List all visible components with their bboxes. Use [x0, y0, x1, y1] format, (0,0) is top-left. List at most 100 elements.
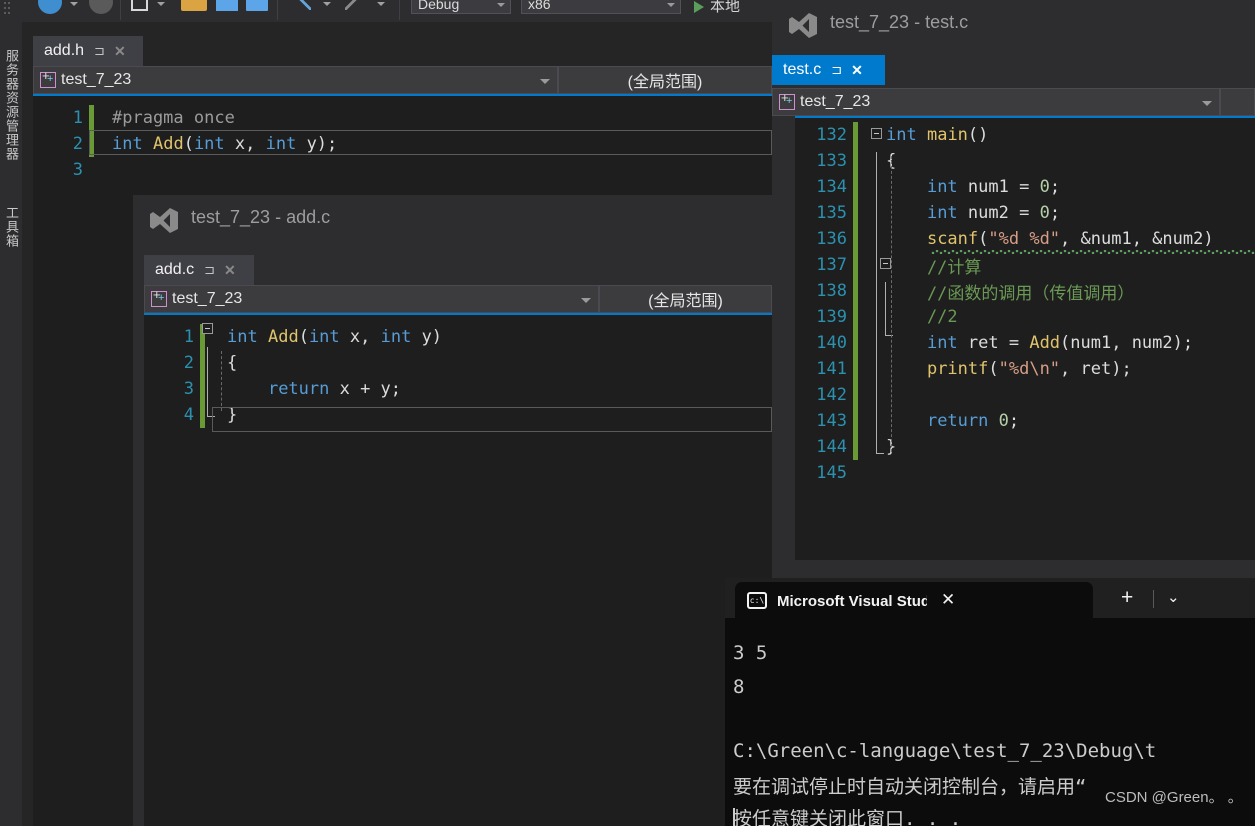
code-line[interactable]: 1 int Add(int x, int y) [144, 324, 772, 350]
chevron-down-icon[interactable]: ⌄ [1167, 588, 1180, 606]
sidebar-item-server-explorer[interactable]: 服务器资源管理器 [1, 30, 21, 180]
left-dock-strip: 服务器资源管理器 工具箱 [0, 22, 23, 826]
start-debug-play-icon[interactable] [694, 1, 704, 13]
code-line[interactable]: 137 //计算 [795, 252, 1255, 278]
open-folder-icon[interactable] [181, 0, 207, 11]
code-text: //2 [886, 307, 958, 327]
console-output-area[interactable]: 3 5 8 C:\Green\c-language\test_7_23\Debug\… [725, 618, 1255, 826]
addc-project-dropdown[interactable]: test_7_23 [144, 285, 599, 313]
addc-code-editor[interactable]: 1 int Add(int x, int y) 2{3 return x + y; 4… [144, 313, 772, 826]
console-text-caret [733, 808, 735, 826]
code-line[interactable]: 139 //2 [795, 304, 1255, 330]
console-tab-title: Microsoft Visual Studio 调试控 [777, 592, 927, 610]
solution-platform-dropdown[interactable]: x86 [521, 0, 681, 14]
new-tab-icon[interactable]: + [1121, 586, 1133, 610]
code-line[interactable]: 143 return 0; [795, 408, 1255, 434]
code-line[interactable]: 141 printf("%d\n", ret); [795, 356, 1255, 382]
console-tab[interactable]: c:\ Microsoft Visual Studio 调试控 ✕ [735, 582, 1093, 618]
change-marker [853, 460, 858, 486]
tab-add-c[interactable]: add.c ⊐ ✕ [144, 255, 254, 285]
code-line[interactable]: 1 #pragma once [33, 105, 772, 131]
code-line[interactable]: 2{ [144, 350, 772, 376]
navigate-back-chevron-down-icon[interactable] [70, 2, 78, 6]
new-item-chevron-down-icon[interactable] [157, 2, 165, 6]
tab-test-c[interactable]: test.c ⊐ ✕ [772, 55, 885, 85]
code-line[interactable]: 3 [33, 157, 772, 183]
code-line[interactable]: 134 int num1 = 0; [795, 174, 1255, 200]
pin-icon[interactable]: ⊐ [831, 62, 842, 78]
testc-error-squiggle [931, 250, 1255, 254]
code-text: int Add(int x, int y) [227, 327, 443, 347]
console-tab-bar: c:\ Microsoft Visual Studio 调试控 ✕ + ⌄ [725, 578, 1255, 618]
testc-title-bar[interactable]: test_7_23 - test.c [772, 0, 1255, 52]
save-all-icon[interactable] [246, 0, 268, 11]
console-output-line: 要在调试停止时自动关闭控制台，请启用“ [733, 776, 1087, 798]
code-line[interactable]: 3 return x + y; [144, 376, 772, 402]
line-number: 133 [816, 151, 847, 171]
change-marker [89, 105, 94, 131]
close-icon[interactable]: ✕ [851, 62, 863, 79]
close-icon[interactable]: ✕ [224, 262, 236, 279]
testc-project-dropdown[interactable]: test_7_23 [772, 88, 1220, 116]
line-number: 144 [816, 437, 847, 457]
project-icon [151, 287, 167, 307]
navigate-forward-icon[interactable] [89, 0, 113, 14]
sidebar-item-toolbox[interactable]: 工具箱 [1, 197, 21, 257]
addc-scope-dropdown[interactable]: (全局范围) [599, 285, 772, 313]
code-line[interactable]: 136 scanf("%d %d", &num1, &num2) [795, 226, 1255, 252]
line-number: 140 [816, 333, 847, 353]
line-number: 3 [72, 160, 83, 180]
undo-chevron-down-icon[interactable] [323, 2, 331, 6]
change-marker [853, 200, 858, 226]
start-debug-label[interactable]: 本地 [710, 0, 740, 16]
close-icon[interactable]: ✕ [941, 590, 955, 610]
project-icon [40, 68, 56, 88]
testc-window: test_7_23 - test.c test.c ⊐ ✕ test_7_23 … [772, 0, 1255, 590]
pin-icon[interactable]: ⊐ [204, 262, 215, 278]
change-marker [200, 402, 205, 428]
addh-current-line-highlight [89, 130, 772, 155]
toolbar-grip[interactable] [4, 0, 12, 22]
save-icon[interactable] [216, 0, 238, 11]
code-text: int ret = Add(num1, num2); [926, 333, 1194, 353]
change-marker [853, 252, 858, 278]
tab-add-h[interactable]: add.h ⊐ ✕ [33, 36, 143, 66]
addh-project-dropdown[interactable]: test_7_23 [33, 66, 558, 94]
chevron-down-icon [497, 3, 505, 7]
testc-fold-toggle-132[interactable] [871, 128, 882, 139]
addc-fold-toggle-1[interactable] [202, 323, 213, 334]
redo-icon[interactable] [345, 0, 363, 10]
navigate-back-icon[interactable] [38, 0, 62, 14]
code-text: } [886, 437, 897, 457]
solution-configuration-dropdown[interactable]: Debug [411, 0, 511, 14]
code-line[interactable]: 142 [795, 382, 1255, 408]
code-line[interactable]: 133 { [795, 148, 1255, 174]
addh-scope-dropdown[interactable]: (全局范围) [558, 66, 772, 94]
addh-project-label: test_7_23 [61, 71, 132, 88]
close-icon[interactable]: ✕ [114, 43, 126, 60]
addc-scope-label: (全局范围) [648, 293, 723, 310]
addc-title-bar[interactable]: test_7_23 - add.c [133, 195, 772, 247]
line-number: 135 [816, 203, 847, 223]
code-line[interactable]: 145 [795, 460, 1255, 486]
new-item-icon[interactable] [131, 0, 148, 11]
line-number: 143 [816, 411, 847, 431]
undo-icon[interactable] [293, 0, 311, 10]
chevron-down-icon [540, 79, 550, 84]
change-marker [853, 174, 858, 200]
change-marker [853, 382, 858, 408]
code-line[interactable]: 144} [795, 434, 1255, 460]
testc-code-editor[interactable]: 132 int main() 133{134 int num1 = 0; 135 in… [795, 116, 1255, 560]
console-output-line: 按任意键关闭此窗口. . . [733, 808, 962, 826]
code-text: //函数的调用（传值调用） [886, 283, 1135, 304]
pin-icon[interactable]: ⊐ [94, 43, 105, 59]
code-line[interactable]: 140 int ret = Add(num1, num2); [795, 330, 1255, 356]
line-number: 145 [816, 463, 847, 483]
code-line[interactable]: 132 int main() [795, 122, 1255, 148]
testc-scope-dropdown[interactable] [1220, 88, 1255, 116]
code-line[interactable]: 135 int num2 = 0; [795, 200, 1255, 226]
line-number: 136 [816, 229, 847, 249]
code-line[interactable]: 138 //函数的调用（传值调用） [795, 278, 1255, 304]
line-number: 1 [72, 108, 83, 128]
redo-chevron-down-icon[interactable] [377, 2, 385, 6]
